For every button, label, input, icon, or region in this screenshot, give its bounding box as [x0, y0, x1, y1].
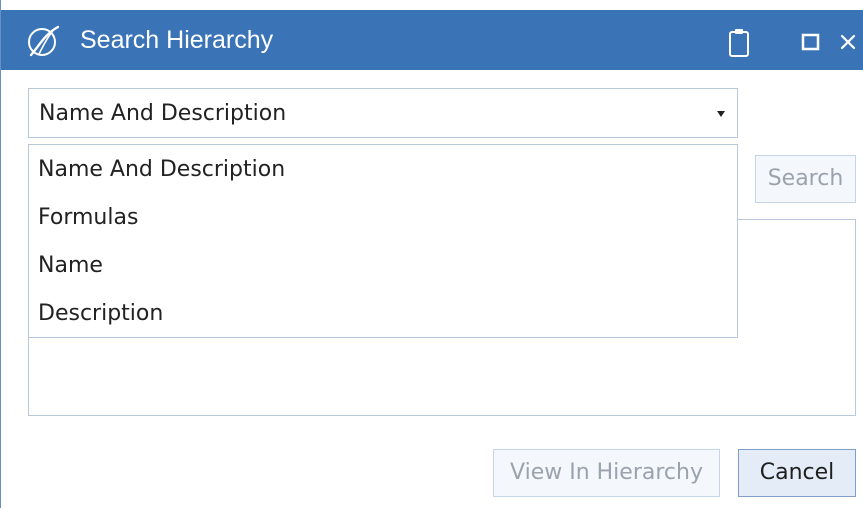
window-title: Search Hierarchy — [80, 26, 274, 54]
search-button[interactable]: Search — [755, 155, 856, 203]
cancel-button[interactable]: Cancel — [738, 449, 856, 497]
maximize-icon[interactable] — [801, 32, 821, 52]
close-icon[interactable] — [838, 32, 858, 52]
search-field-select[interactable]: Name And Description — [28, 88, 738, 138]
logo-icon — [28, 25, 60, 57]
title-bar: Search Hierarchy — [1, 10, 863, 70]
view-in-hierarchy-button[interactable]: View In Hierarchy — [493, 449, 720, 497]
clipboard-icon[interactable] — [728, 28, 750, 58]
dropdown-option-formulas[interactable]: Formulas — [38, 204, 728, 232]
dropdown-option-name-and-description[interactable]: Name And Description — [38, 156, 728, 184]
search-field-dropdown-list: Name And Description Formulas Name Descr… — [28, 144, 738, 338]
search-field-selected-value: Name And Description — [39, 101, 287, 126]
dropdown-arrow-icon[interactable] — [717, 111, 725, 117]
dropdown-option-name[interactable]: Name — [38, 252, 728, 280]
dropdown-option-description[interactable]: Description — [38, 300, 728, 328]
search-hierarchy-dialog: Search Hierarchy Name And Description Se… — [0, 0, 863, 508]
